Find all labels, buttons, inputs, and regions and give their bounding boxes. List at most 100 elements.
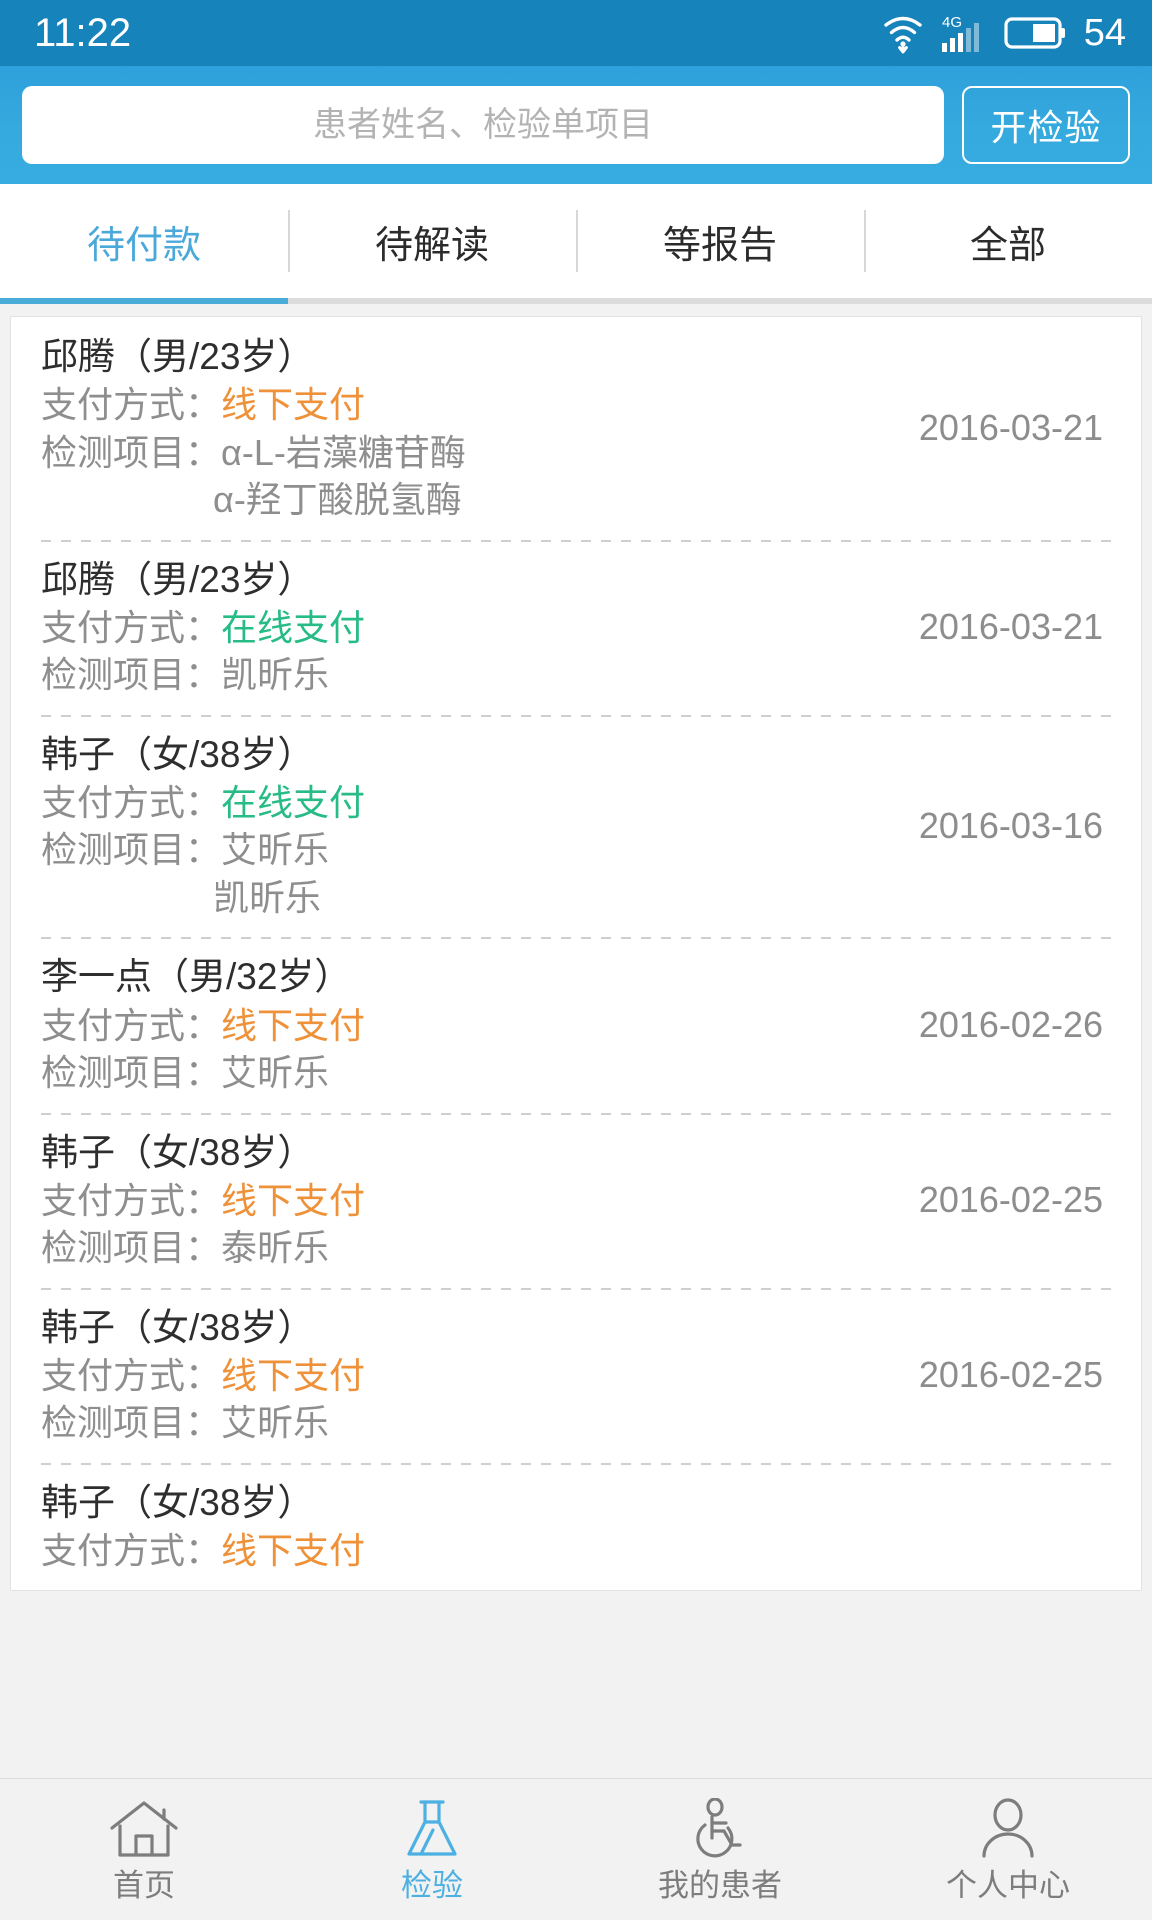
table-row[interactable]: 韩子（女/38岁） 支付方式：线下支付 检测项目：艾昕乐 2016-02-25 bbox=[11, 1287, 1141, 1463]
test-items-line: 检测项目：α-L-岩藻糖苷酶 bbox=[41, 429, 781, 477]
patient-name: 邱腾（男/23岁） bbox=[41, 336, 315, 377]
svg-text:4G: 4G bbox=[942, 14, 962, 31]
table-row[interactable]: 韩子（女/38岁） 支付方式：在线支付 检测项目：艾昕乐 凯昕乐 2016-03-16 bbox=[11, 714, 1141, 938]
test-item-value: 泰昕乐 bbox=[221, 1227, 330, 1269]
nav-label-lab: 检验 bbox=[401, 1868, 463, 1903]
test-items-line: 检测项目：艾昕乐 bbox=[41, 1399, 781, 1447]
search-input[interactable] bbox=[22, 86, 944, 164]
patient-name: 韩子（女/38岁） bbox=[41, 1306, 315, 1348]
tab-all[interactable]: 全部 bbox=[864, 184, 1152, 298]
tab-awaiting-report[interactable]: 等报告 bbox=[576, 184, 864, 298]
row-details: 邱腾（男/23岁） 支付方式：线下支付 检测项目：α-L-岩藻糖苷酶 α-羟丁酸脱氢酶 bbox=[41, 333, 781, 524]
row-details: 韩子（女/38岁） 支付方式：在线支付 检测项目：艾昕乐 凯昕乐 bbox=[41, 731, 781, 922]
bottom-nav: 首页 检验 我的患者 个人中心 bbox=[0, 1778, 1152, 1920]
payment-line: 支付方式：线下支付 bbox=[41, 1527, 781, 1575]
row-details: 韩子（女/38岁） 支付方式：线下支付 检测项目：泰昕乐 bbox=[41, 1129, 781, 1272]
tab-bar: 待付款 待解读 等报告 全部 bbox=[0, 184, 1152, 298]
start-test-button[interactable]: 开检验 bbox=[962, 86, 1130, 164]
nav-label-profile: 个人中心 bbox=[946, 1868, 1070, 1903]
payment-method-value: 在线支付 bbox=[221, 781, 366, 823]
patient-name: 李一点（男/32岁） bbox=[41, 956, 352, 998]
payment-line: 支付方式：在线支付 bbox=[41, 604, 781, 652]
status-bar: 11:22 4G 54 bbox=[0, 0, 1152, 66]
payment-line: 支付方式：线下支付 bbox=[41, 1352, 781, 1400]
table-row[interactable]: 韩子（女/38岁） 支付方式：线下支付 检测项目：泰昕乐 2016-02-25 bbox=[11, 1112, 1141, 1288]
nav-label-my-patients: 我的患者 bbox=[658, 1868, 782, 1903]
payment-method-value: 线下支付 bbox=[221, 1354, 366, 1396]
test-item-value: 艾昕乐 bbox=[221, 829, 330, 871]
signal-4g-icon: 4G bbox=[940, 11, 992, 55]
table-row[interactable]: 韩子（女/38岁） 支付方式：线下支付 bbox=[11, 1462, 1141, 1591]
app-root: 11:22 4G 54 患者姓名、检验单项目 开检验 待付款 待解读 等报告 全… bbox=[0, 0, 1152, 1920]
flask-icon bbox=[402, 1798, 462, 1860]
patient-name: 韩子（女/38岁） bbox=[41, 733, 315, 775]
status-icons: 4G 54 bbox=[882, 11, 1126, 55]
status-time: 11:22 bbox=[34, 11, 132, 55]
row-date-cell: 2016-03-21 bbox=[781, 407, 1111, 449]
payment-label: 支付方式： bbox=[41, 1529, 222, 1571]
order-date: 2016-03-21 bbox=[918, 407, 1103, 449]
battery-icon bbox=[1004, 15, 1066, 51]
home-icon bbox=[107, 1798, 181, 1860]
nav-label-home: 首页 bbox=[113, 1868, 175, 1903]
test-items-label: 检测项目： bbox=[41, 1227, 222, 1269]
order-date: 2016-02-26 bbox=[918, 1003, 1103, 1045]
payment-line: 支付方式：在线支付 bbox=[41, 779, 781, 827]
patient-name: 邱腾（男/23岁） bbox=[41, 558, 315, 600]
wifi-download-icon bbox=[882, 11, 928, 55]
test-items-line: 检测项目：凯昕乐 bbox=[41, 651, 781, 699]
payment-label: 支付方式： bbox=[41, 384, 222, 426]
row-date-cell: 2016-02-25 bbox=[781, 1354, 1111, 1396]
row-details: 韩子（女/38岁） 支付方式：线下支付 bbox=[41, 1479, 781, 1575]
order-list[interactable]: 邱腾（男/23岁） 支付方式：线下支付 检测项目：α-L-岩藻糖苷酶 α-羟丁酸脱氢酶… bbox=[0, 304, 1152, 1778]
nav-item-profile[interactable]: 个人中心 bbox=[864, 1798, 1152, 1901]
row-details: 邱腾（男/23岁） 支付方式：在线支付 检测项目：凯昕乐 bbox=[41, 556, 781, 699]
payment-method-value: 线下支付 bbox=[221, 1004, 366, 1046]
payment-label: 支付方式： bbox=[41, 781, 222, 823]
patient-name: 韩子（女/38岁） bbox=[41, 1481, 315, 1523]
test-items-label: 检测项目： bbox=[41, 829, 222, 871]
row-details: 韩子（女/38岁） 支付方式：线下支付 检测项目：艾昕乐 bbox=[41, 1304, 781, 1447]
payment-line: 支付方式：线下支付 bbox=[41, 1177, 781, 1225]
test-items-label: 检测项目： bbox=[41, 431, 222, 473]
order-date: 2016-02-25 bbox=[918, 1179, 1103, 1221]
table-row[interactable]: 邱腾（男/23岁） 支付方式：在线支付 检测项目：凯昕乐 2016-03-21 bbox=[11, 539, 1141, 715]
tab-pending-payment[interactable]: 待付款 bbox=[0, 184, 288, 298]
nav-item-my-patients[interactable]: 我的患者 bbox=[576, 1798, 864, 1901]
payment-method-value: 线下支付 bbox=[221, 1529, 366, 1571]
row-date-cell: 2016-03-16 bbox=[781, 805, 1111, 847]
payment-line: 支付方式：线下支付 bbox=[41, 1002, 781, 1050]
table-row[interactable]: 邱腾（男/23岁） 支付方式：线下支付 检测项目：α-L-岩藻糖苷酶 α-羟丁酸脱氢酶… bbox=[11, 317, 1141, 540]
row-date-cell: 2016-03-21 bbox=[781, 606, 1111, 648]
payment-method-value: 在线支付 bbox=[221, 606, 366, 648]
tab-pending-reading[interactable]: 待解读 bbox=[288, 184, 576, 298]
person-icon bbox=[976, 1798, 1040, 1860]
nav-item-lab[interactable]: 检验 bbox=[288, 1798, 576, 1901]
order-date: 2016-03-16 bbox=[918, 805, 1103, 847]
nav-item-home[interactable]: 首页 bbox=[0, 1798, 288, 1901]
table-row[interactable]: 李一点（男/32岁） 支付方式：线下支付 检测项目：艾昕乐 2016-02-26 bbox=[11, 937, 1141, 1112]
test-items-line: 检测项目：艾昕乐 bbox=[41, 826, 781, 874]
test-items-label: 检测项目： bbox=[41, 1402, 222, 1444]
payment-method-value: 线下支付 bbox=[221, 384, 366, 426]
battery-level: 54 bbox=[1083, 12, 1126, 54]
order-date: 2016-03-21 bbox=[918, 606, 1103, 648]
row-date-cell: 2016-02-25 bbox=[781, 1179, 1111, 1221]
payment-method-value: 线下支付 bbox=[221, 1179, 366, 1221]
test-items-label: 检测项目： bbox=[41, 1052, 222, 1094]
payment-line: 支付方式：线下支付 bbox=[41, 381, 781, 429]
test-item-value: 艾昕乐 bbox=[221, 1402, 330, 1444]
order-date: 2016-02-25 bbox=[918, 1354, 1103, 1396]
payment-label: 支付方式： bbox=[41, 1004, 222, 1046]
patient-name: 韩子（女/38岁） bbox=[41, 1131, 315, 1173]
test-item-value: α-羟丁酸脱氢酶 bbox=[213, 479, 462, 521]
test-item-value: α-L-岩藻糖苷酶 bbox=[221, 431, 466, 473]
wheelchair-icon bbox=[688, 1798, 752, 1860]
test-items-label: 检测项目： bbox=[41, 654, 222, 696]
test-items-line: 检测项目：泰昕乐 bbox=[41, 1224, 781, 1272]
payment-label: 支付方式： bbox=[41, 1354, 222, 1396]
payment-label: 支付方式： bbox=[41, 1179, 222, 1221]
test-items-line: 检测项目：艾昕乐 bbox=[41, 1049, 781, 1097]
test-item-value: 凯昕乐 bbox=[221, 654, 330, 696]
test-item-value: 凯昕乐 bbox=[213, 876, 322, 918]
